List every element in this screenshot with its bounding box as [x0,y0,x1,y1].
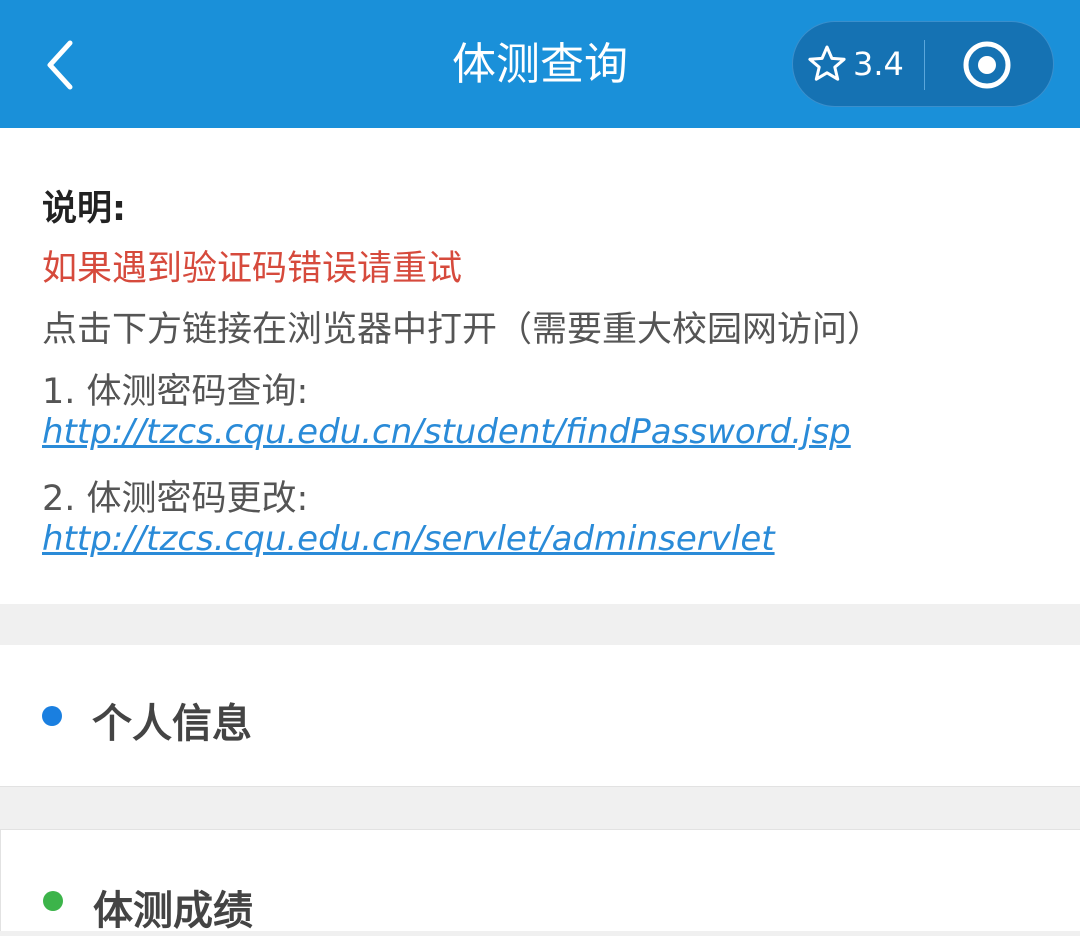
password-query-link[interactable]: http://tzcs.cqu.edu.cn/student/findPassw… [42,412,851,452]
chevron-left-icon [47,40,73,90]
personal-info-label: 个人信息 [92,701,252,747]
password-change-link[interactable]: http://tzcs.cqu.edu.cn/servlet/adminserv… [42,519,775,559]
close-mini-program-button[interactable] [961,39,1013,91]
password-query-label: 1. 体测密码查询: [42,372,309,412]
target-icon [963,41,1011,89]
mini-program-capsule: 3.4 [792,21,1054,107]
test-score-label: 体测成绩 [93,888,253,934]
test-score-section: 体测成绩 [0,829,1080,934]
star-icon [808,45,846,81]
back-button[interactable] [30,30,90,100]
bullet-dot-icon [43,891,63,911]
captcha-warning: 如果遇到验证码错误请重试 [42,249,463,289]
personal-info-section: 个人信息 [0,645,1080,787]
personal-info-row[interactable]: 个人信息 [0,645,1080,786]
description-title: 说明: [42,189,126,229]
rating-value: 3.4 [853,45,904,83]
capsule-divider [924,40,925,90]
test-score-row[interactable]: 体测成绩 [1,830,1080,934]
description-card: 说明: 如果遇到验证码错误请重试 点击下方链接在浏览器中打开（需要重大校园网访问… [0,128,1080,604]
instruction-text: 点击下方链接在浏览器中打开（需要重大校园网访问） [42,310,883,350]
nav-bar: 体测查询 3.4 [0,0,1080,128]
password-change-label: 2. 体测密码更改: [42,479,309,519]
bullet-dot-icon [42,706,62,726]
rating-button[interactable]: 3.4 [807,22,917,106]
